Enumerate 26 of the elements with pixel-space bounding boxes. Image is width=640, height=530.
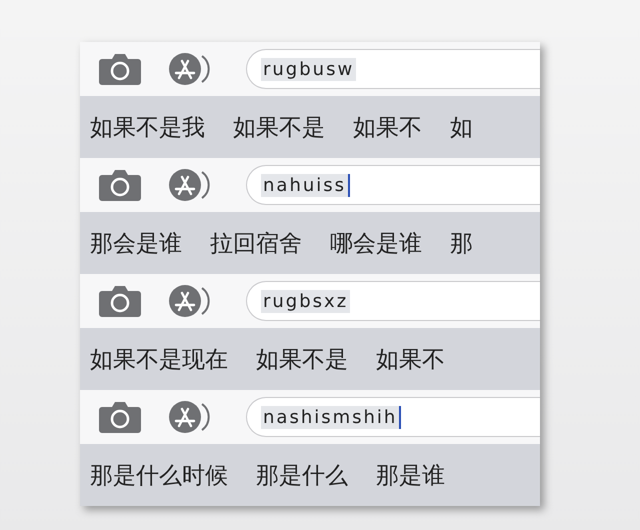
candidate-word[interactable]: 那是什么: [256, 460, 348, 490]
candidate-word[interactable]: 如果不是: [256, 344, 348, 374]
candidate-word[interactable]: 哪会是谁: [330, 228, 422, 258]
input-field[interactable]: rugbusw: [246, 49, 540, 89]
candidate-word[interactable]: 那: [450, 228, 473, 258]
candidate-word[interactable]: 那会是谁: [90, 228, 182, 258]
candidate-word[interactable]: 如果不: [353, 112, 422, 142]
candidate-word[interactable]: 如果不是我: [90, 112, 205, 142]
camera-icon[interactable]: [98, 401, 142, 433]
candidate-word[interactable]: 拉回宿舍: [210, 228, 302, 258]
input-field[interactable]: nahuiss: [246, 165, 540, 205]
candidate-word[interactable]: 如果不是现在: [90, 344, 228, 374]
app-store-icon[interactable]: [168, 400, 212, 434]
app-store-icon[interactable]: [168, 284, 212, 318]
candidate-word[interactable]: 那是什么时候: [90, 460, 228, 490]
app-store-icon[interactable]: [168, 168, 212, 202]
camera-icon[interactable]: [98, 53, 142, 85]
camera-icon[interactable]: [98, 169, 142, 201]
candidate-word[interactable]: 如果不是: [233, 112, 325, 142]
candidate-word[interactable]: 如果不: [376, 344, 445, 374]
input-field[interactable]: nashismshih: [246, 397, 540, 437]
candidate-word[interactable]: 那是谁: [376, 460, 445, 490]
input-field[interactable]: rugbsxz: [246, 281, 540, 321]
candidate-word[interactable]: 如: [450, 112, 473, 142]
camera-icon[interactable]: [98, 285, 142, 317]
app-store-icon[interactable]: [168, 52, 212, 86]
